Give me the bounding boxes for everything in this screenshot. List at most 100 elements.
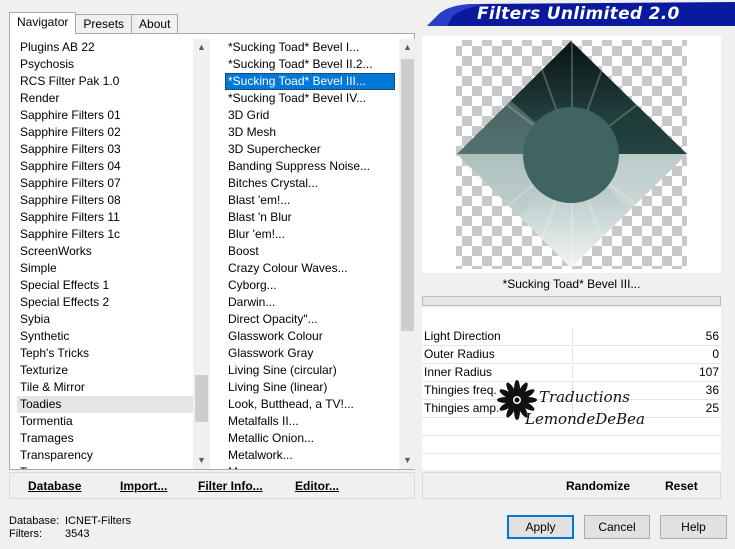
filter-list-item[interactable]: 3D Grid [225, 107, 395, 124]
category-list-item[interactable]: RCS Filter Pak 1.0 [17, 73, 197, 90]
filter-list-item[interactable]: Living Sine (circular) [225, 362, 395, 379]
category-list-item[interactable]: Sybia [17, 311, 197, 328]
param-outer-radius[interactable]: Outer Radius 0 [422, 345, 721, 363]
tab-about[interactable]: About [131, 14, 179, 34]
filter-info-button-label: Filter Info... [198, 479, 263, 493]
category-list-item[interactable]: Texturize [17, 362, 197, 379]
filter-list-item[interactable]: Glasswork Gray [225, 345, 395, 362]
category-list-item[interactable]: Sapphire Filters 04 [17, 158, 197, 175]
filter-list-item[interactable]: Blast 'n Blur [225, 209, 395, 226]
status-database-value: ICNET-Filters [65, 515, 131, 527]
category-list-item[interactable]: Special Effects 1 [17, 277, 197, 294]
filter-list-item[interactable]: Look, Butthead, a TV!... [225, 396, 395, 413]
filter-list-item[interactable]: Darwin... [225, 294, 395, 311]
category-list-item[interactable]: Sapphire Filters 01 [17, 107, 197, 124]
category-list-item[interactable]: Sapphire Filters 02 [17, 124, 197, 141]
scroll-up-icon[interactable]: ▲ [193, 39, 210, 56]
filter-list-item[interactable]: M... [225, 464, 395, 469]
randomize-button[interactable]: Randomize [566, 473, 630, 500]
category-list-item[interactable]: Tramages [17, 430, 197, 447]
category-list-item[interactable]: Tile & Mirror [17, 379, 197, 396]
tab-navigator[interactable]: Navigator [9, 12, 77, 34]
filter-list-item[interactable]: Crazy Colour Waves... [225, 260, 395, 277]
category-list-item[interactable]: Simple [17, 260, 197, 277]
filter-list-item[interactable]: Living Sine (linear) [225, 379, 395, 396]
banner-title: Filters Unlimited 2.0 [477, 4, 680, 24]
param-label: Outer Radius [424, 347, 495, 361]
navigator-toolbar: Database Import... Filter Info... Editor… [9, 472, 415, 499]
filter-list-item[interactable]: *Sucking Toad* Bevel II.2... [225, 56, 395, 73]
filter-info-button[interactable]: Filter Info... [198, 473, 263, 500]
filter-list-item[interactable]: Cyborg... [225, 277, 395, 294]
category-list-item[interactable]: Plugins AB 22 [17, 39, 197, 56]
category-list-item[interactable]: Synthetic [17, 328, 197, 345]
preview-image [456, 40, 687, 269]
filter-list-item[interactable]: Metalwork... [225, 447, 395, 464]
status-filters-value: 3543 [65, 528, 90, 540]
category-list-item[interactable]: Sapphire Filters 08 [17, 192, 197, 209]
filter-list-item[interactable]: Boost [225, 243, 395, 260]
param-separator [572, 347, 573, 361]
filter-list-item[interactable]: 3D Mesh [225, 124, 395, 141]
scroll-up-icon[interactable]: ▲ [399, 39, 416, 56]
param-separator [572, 365, 573, 379]
category-list-item[interactable]: ScreenWorks [17, 243, 197, 260]
category-list-item[interactable]: Toadies [17, 396, 197, 413]
filter-list-item[interactable]: 3D Superchecker [225, 141, 395, 158]
category-list-item[interactable]: Tr... [17, 464, 197, 469]
status-filters-label: Filters: [9, 528, 42, 540]
filter-scrollbar[interactable]: ▲ ▼ [399, 39, 416, 469]
filter-list-item[interactable]: Blur 'em!... [225, 226, 395, 243]
param-light-direction[interactable]: Light Direction 56 [422, 327, 721, 345]
filter-list-item[interactable]: *Sucking Toad* Bevel III... [225, 73, 395, 90]
category-list-item[interactable]: Transparency [17, 447, 197, 464]
param-value[interactable]: 107 [659, 363, 719, 381]
editor-button-label: Editor... [295, 479, 340, 493]
filter-list-item[interactable]: Metalfalls II... [225, 413, 395, 430]
category-list-item[interactable]: Sapphire Filters 03 [17, 141, 197, 158]
tab-strip: Navigator Presets About [9, 12, 179, 34]
param-divider [422, 435, 721, 436]
param-value[interactable]: 25 [659, 399, 719, 417]
filter-list[interactable]: *Sucking Toad* Bevel I... *Sucking Toad* … [225, 39, 395, 469]
help-button[interactable]: Help [660, 515, 727, 539]
filter-scroll-thumb[interactable] [401, 59, 414, 331]
category-list-item[interactable]: Sapphire Filters 07 [17, 175, 197, 192]
filter-list-item[interactable]: *Sucking Toad* Bevel IV... [225, 90, 395, 107]
filter-list-item[interactable]: Blast 'em!... [225, 192, 395, 209]
category-list-item[interactable]: Special Effects 2 [17, 294, 197, 311]
filter-list-item[interactable]: Metallic Onion... [225, 430, 395, 447]
category-list-item[interactable]: Tormentia [17, 413, 197, 430]
param-value[interactable]: 56 [659, 327, 719, 345]
scroll-down-icon[interactable]: ▼ [399, 452, 416, 469]
category-list-item[interactable]: Render [17, 90, 197, 107]
database-button-label: Database [28, 479, 82, 493]
param-value[interactable]: 0 [659, 345, 719, 363]
filter-list-item[interactable]: *Sucking Toad* Bevel I... [225, 39, 395, 56]
tab-presets[interactable]: Presets [75, 14, 133, 34]
category-list-item[interactable]: Teph's Tricks [17, 345, 197, 362]
database-button[interactable]: Database [28, 473, 81, 500]
filter-list-item[interactable]: Direct Opacity"... [225, 311, 395, 328]
param-divider [422, 453, 721, 454]
category-list-item[interactable]: Sapphire Filters 11 [17, 209, 197, 226]
progress-bar [422, 296, 721, 306]
param-separator [572, 329, 573, 343]
filter-list-item[interactable]: Bitches Crystal... [225, 175, 395, 192]
cancel-button[interactable]: Cancel [584, 515, 650, 539]
parameter-toolbar: Randomize Reset [422, 472, 721, 499]
editor-button[interactable]: Editor... [295, 473, 339, 500]
category-list[interactable]: Plugins AB 22 Psychosis RCS Filter Pak 1.0… [17, 39, 197, 469]
watermark-line-2: LemondeDeBea [525, 410, 645, 428]
import-button[interactable]: Import... [120, 473, 167, 500]
apply-button[interactable]: Apply [507, 515, 574, 539]
scroll-down-icon[interactable]: ▼ [193, 452, 210, 469]
filter-list-item[interactable]: Banding Suppress Noise... [225, 158, 395, 175]
category-list-item[interactable]: Psychosis [17, 56, 197, 73]
category-list-item[interactable]: Sapphire Filters 1c [17, 226, 197, 243]
category-scroll-thumb[interactable] [195, 375, 208, 422]
param-value[interactable]: 36 [659, 381, 719, 399]
reset-button[interactable]: Reset [665, 473, 698, 500]
filter-list-item[interactable]: Glasswork Colour [225, 328, 395, 345]
category-scrollbar[interactable]: ▲ ▼ [193, 39, 210, 469]
